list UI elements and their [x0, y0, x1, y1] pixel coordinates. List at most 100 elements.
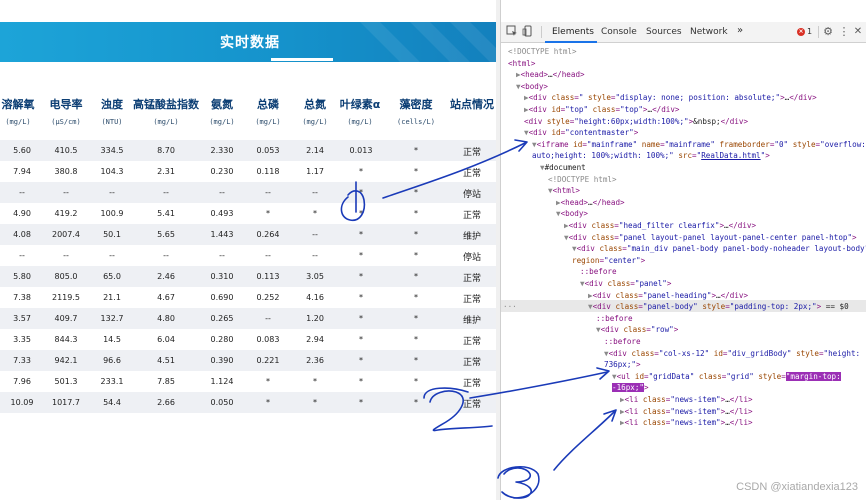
dom-node-line[interactable]: ▼<body> — [516, 81, 548, 93]
dom-node-line[interactable]: <div style="height:60px;width:100%;">&nb… — [524, 116, 748, 128]
table-row[interactable]: 5.80 805.0 65.0 2.46 0.310 0.113 3.05 * * 正常 — [0, 266, 496, 287]
dom-node-line[interactable]: ▶<head>…</head> — [516, 69, 585, 81]
dom-node-line[interactable]: ▶<div class="head_filter clearfix">…</di… — [564, 220, 756, 232]
table-cell: -- — [109, 188, 115, 197]
dom-node-line[interactable]: ▼<ul id="gridData" class="grid" style="m… — [612, 371, 841, 383]
table-row[interactable]: 7.94 380.8 104.3 2.31 0.230 0.118 1.17 * * 正常 — [0, 161, 496, 182]
dom-node-line[interactable]: ▶<div id="top" class="top">…</div> — [524, 104, 680, 116]
table-cell: 100.9 — [100, 209, 124, 218]
table-cell: * — [414, 209, 418, 218]
tab-console[interactable]: Console — [601, 27, 637, 37]
dom-node-line[interactable]: ▶<head>…</head> — [556, 197, 625, 209]
station-status: 正常 — [462, 379, 481, 389]
dom-node-line[interactable]: ::before — [604, 336, 641, 348]
dom-node-line[interactable]: ▼<div class="panel layout-panel layout-p… — [564, 232, 857, 244]
table-cell: * — [359, 377, 363, 386]
table-cell: * — [359, 293, 363, 302]
toolbar-separator — [818, 26, 819, 38]
table-cell: * — [414, 167, 418, 176]
dom-node-line[interactable]: ▼<div class="panel"> — [580, 278, 671, 290]
table-cell: * — [414, 230, 418, 239]
table-cell: * — [359, 335, 363, 344]
dom-node-line[interactable]: ▼<div class="row"> — [596, 324, 678, 336]
tab-network[interactable]: Network — [690, 27, 728, 37]
watermark: CSDN @xiatiandexia123 — [736, 481, 858, 493]
device-toolbar-icon[interactable] — [521, 25, 535, 39]
more-options-icon[interactable]: ⋮ — [837, 25, 851, 39]
table-row[interactable]: 3.57 409.7 132.7 4.80 0.265 -- 1.20 * * 维护 — [0, 308, 496, 329]
station-status: 正常 — [462, 211, 481, 221]
dom-node-line[interactable]: region="center"> — [572, 255, 645, 267]
table-row[interactable]: 4.08 2007.4 50.1 5.65 1.443 0.264 -- * * 维护 — [0, 224, 496, 245]
banner-title[interactable]: 实时数据 — [0, 32, 500, 52]
dom-node-line[interactable]: ▼<div class="panel-body" style="padding-… — [588, 301, 849, 313]
page-iframe-view: 实时数据 溶解氧 (mg/L) 电导率 (μS/cm) 浊度 (NTU) 高锰酸盐指数 (mg… — [0, 0, 500, 500]
dom-node-line[interactable]: ▶<li class="news-item">…</li> — [620, 406, 753, 418]
dom-node-line[interactable]: <!DOCTYPE html> — [508, 46, 577, 58]
error-icon[interactable]: × — [797, 28, 805, 36]
table-cell: 21.1 — [103, 293, 121, 302]
table-cell: * — [414, 314, 418, 323]
dom-node-line[interactable]: ▼<div class="main_div panel-body panel-b… — [572, 243, 866, 255]
dom-node-line[interactable]: ::before — [596, 313, 633, 325]
table-cell: * — [414, 377, 418, 386]
table-cell: 54.4 — [103, 398, 121, 407]
dom-node-line[interactable]: ▶<li class="news-item">…</li> — [620, 417, 753, 429]
dom-node-line[interactable]: ▼<iframe id="mainframe" name="mainframe"… — [532, 139, 866, 151]
table-cell: * — [414, 272, 418, 281]
station-status: 正常 — [462, 337, 481, 347]
dom-node-line[interactable]: ::before — [580, 266, 617, 278]
table-row[interactable]: -- -- -- -- -- -- -- * * 停站 — [0, 182, 496, 203]
table-cell: 5.41 — [157, 209, 175, 218]
dom-node-line[interactable]: ▼<html> — [548, 185, 580, 197]
table-cell: * — [359, 272, 363, 281]
settings-gear-icon[interactable]: ⚙ — [821, 25, 835, 39]
table-cell: * — [359, 209, 363, 218]
station-status: 正常 — [462, 400, 481, 410]
table-cell: 50.1 — [103, 230, 121, 239]
table-row[interactable]: 7.38 2119.5 21.1 4.67 0.690 0.252 4.16 * * 正常 — [0, 287, 496, 308]
tab-elements[interactable]: Elements — [552, 27, 594, 37]
tab-sources[interactable]: Sources — [646, 27, 682, 37]
dom-node-line[interactable]: auto;height: 100%;width: 100%;" src="Rea… — [532, 150, 770, 162]
table-cell: * — [414, 335, 418, 344]
table-row[interactable]: 7.33 942.1 96.6 4.51 0.390 0.221 2.36 * * 正常 — [0, 350, 496, 371]
dom-node-line[interactable]: ▼<div id="contentmaster"> — [524, 127, 638, 139]
table-cell: 14.5 — [103, 335, 121, 344]
table-row[interactable]: 7.96 501.3 233.1 7.85 1.124 * * * * 正常 — [0, 371, 496, 392]
table-row[interactable]: 4.90 419.2 100.9 5.41 0.493 * * * * 正常 — [0, 203, 496, 224]
node-options-icon[interactable]: ··· — [503, 301, 517, 313]
table-cell: 4.67 — [157, 293, 175, 302]
dom-node-line[interactable]: ▼<body> — [556, 208, 588, 220]
station-status: 正常 — [462, 358, 481, 368]
banner-title-underline — [271, 58, 333, 61]
table-row[interactable]: 10.09 1017.7 54.4 2.66 0.050 * * * * 正常 — [0, 392, 496, 413]
dom-node-line[interactable]: ▶<div class=" style="display: none; posi… — [524, 92, 817, 104]
more-tabs-chevron-icon[interactable]: » — [737, 25, 743, 36]
dom-tree: <!DOCTYPE html> <html> ▶<head>…</head> ▼<bo… — [501, 44, 866, 500]
table-cell: * — [359, 314, 363, 323]
table-row[interactable]: 5.60 410.5 334.5 8.70 2.330 0.053 2.14 0.013 * 正常 — [0, 140, 496, 161]
dom-node-line[interactable]: ▶<li class="news-item">…</li> — [620, 394, 753, 406]
error-count[interactable]: 1 — [807, 27, 812, 36]
column-header-unit: (cells/L) — [397, 118, 435, 126]
table-cell: * — [414, 146, 418, 155]
dom-node-line[interactable]: ▼<div class="col-xs-12" id="div_gridBody… — [604, 348, 860, 360]
inspect-element-icon[interactable] — [505, 25, 519, 39]
dom-node-line[interactable]: <html> — [508, 58, 535, 70]
station-status: 正常 — [462, 295, 481, 305]
table-row[interactable]: -- -- -- -- -- -- -- * * 停站 — [0, 245, 496, 266]
close-devtools-icon[interactable]: ✕ — [851, 25, 865, 39]
table-cell: 5.65 — [157, 230, 175, 239]
table-cell: -- — [163, 251, 169, 260]
dom-node-line[interactable]: -16px;"> — [612, 382, 649, 394]
station-status: 正常 — [462, 148, 481, 158]
dom-node-line[interactable]: ▼#document — [540, 162, 586, 174]
dom-node-line[interactable]: 736px;"> — [604, 359, 641, 371]
table-cell: 7.85 — [157, 377, 175, 386]
data-table-body: 5.60 410.5 334.5 8.70 2.330 0.053 2.14 0.013 * 正常… — [0, 132, 496, 428]
dom-node-line[interactable]: <!DOCTYPE html> — [548, 174, 617, 186]
station-status: 停站 — [462, 190, 481, 200]
station-status: 维护 — [462, 316, 481, 326]
table-row[interactable]: 3.35 844.3 14.5 6.04 0.280 0.083 2.94 * * 正常 — [0, 329, 496, 350]
